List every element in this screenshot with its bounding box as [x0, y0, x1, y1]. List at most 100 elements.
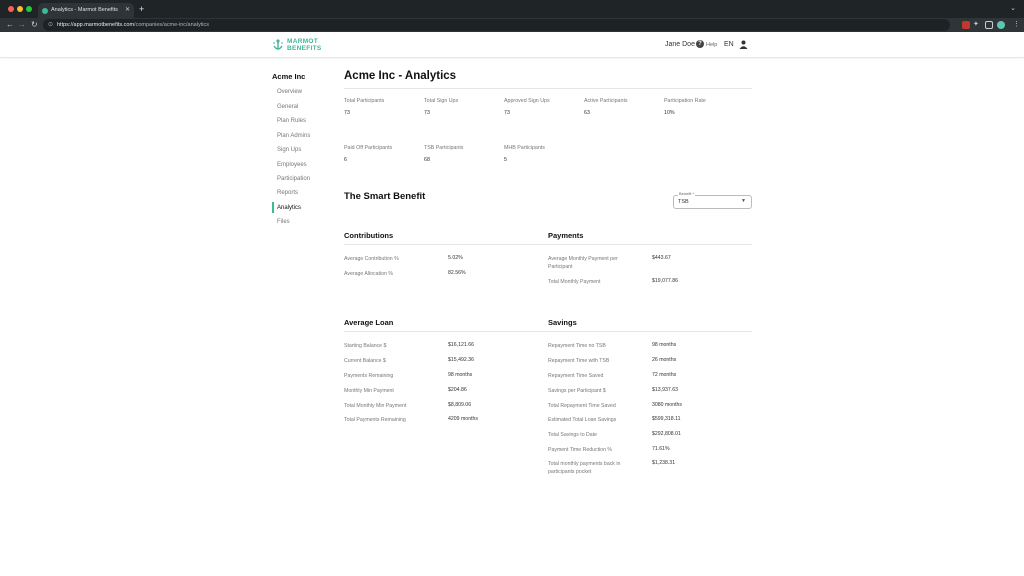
help-icon[interactable]: ? — [696, 40, 704, 48]
address-bar[interactable]: ⊙ https://app.marmotbenefits.com/compani… — [43, 19, 950, 31]
page-title: Acme Inc - Analytics — [344, 70, 457, 82]
savings-value: 98 months — [652, 342, 677, 348]
savings-key: Repayment Time with TSB — [548, 358, 610, 364]
savings-value: $599,318.11 — [652, 416, 681, 422]
average-loan-divider — [344, 331, 548, 332]
user-name[interactable]: Jane Doe — [665, 41, 695, 48]
average-loan-value: 4209 months — [448, 416, 478, 422]
forward-arrow-icon[interactable]: → — [18, 19, 26, 31]
tab-title: Analytics - Marmot Benefits — [51, 7, 118, 13]
stat-label: Participation Rate — [664, 98, 706, 104]
average-loan-key: Starting Balance $ — [344, 343, 387, 349]
profile-avatar-icon[interactable] — [997, 21, 1005, 29]
browser-tab[interactable]: Analytics - Marmot Benefits ✕ — [38, 3, 134, 18]
savings-key: Savings per Participant $ — [548, 388, 606, 394]
stat-value: 73 — [504, 110, 510, 116]
stat-label: TSB Participants — [424, 145, 464, 151]
window-maximize-button[interactable] — [26, 6, 32, 12]
payments-heading: Payments — [548, 231, 584, 240]
contributions-key: Average Allocation % — [344, 271, 393, 277]
payments-key: Total Monthly Payment — [548, 279, 601, 285]
sidebar-item-plan-admins[interactable]: Plan Admins — [277, 133, 310, 139]
tab-close-icon[interactable]: ✕ — [125, 3, 130, 18]
logo-wordmark: MARMOT BENEFITS — [287, 38, 322, 52]
chevron-down-icon: ▼ — [741, 198, 746, 204]
section-title: The Smart Benefit — [344, 191, 426, 202]
stat-label: Paid Off Participants — [344, 145, 393, 151]
savings-key: Total Repayment Time Saved — [548, 403, 616, 409]
savings-value: $13,937.63 — [652, 387, 678, 393]
savings-heading: Savings — [548, 318, 577, 327]
account-icon[interactable] — [739, 40, 748, 49]
payments-divider — [548, 244, 752, 245]
window-close-button[interactable] — [8, 6, 14, 12]
average-loan-value: $8,809.06 — [448, 402, 472, 408]
stat-value: 63 — [584, 110, 590, 116]
savings-value: 3080 months — [652, 402, 682, 408]
savings-value: 72 months — [652, 372, 677, 378]
browser-toolbar: ← → ↻ ⊙ https://app.marmotbenefits.com/c… — [0, 18, 1024, 32]
language-selector[interactable]: EN — [724, 41, 734, 48]
logo-line-2: BENEFITS — [287, 45, 322, 52]
average-loan-key: Monthly Min Payment — [344, 388, 394, 394]
benefit-select-value: TSB — [678, 199, 689, 205]
back-arrow-icon[interactable]: ← — [6, 19, 14, 31]
reload-icon[interactable]: ↻ — [31, 19, 38, 31]
contributions-divider — [344, 244, 548, 245]
help-link[interactable]: Help — [706, 42, 717, 48]
sidebar-item-reports[interactable]: Reports — [277, 190, 298, 196]
savings-key: Total Savings to Date — [548, 432, 598, 438]
sidebar-item-files[interactable]: Files — [277, 219, 290, 225]
browser-tab-bar: Analytics - Marmot Benefits ✕ + ⌄ — [0, 0, 1024, 18]
stat-label: Active Participants — [584, 98, 628, 104]
savings-key: Repayment Time Saved — [548, 373, 604, 379]
average-loan-key: Total Payments Remaining — [344, 417, 406, 423]
contributions-key: Average Contribution % — [344, 256, 399, 262]
stat-value: 5 — [504, 157, 507, 163]
marmot-logo[interactable]: MARMOT BENEFITS — [273, 38, 333, 52]
savings-value: 26 months — [652, 357, 677, 363]
logo-line-1: MARMOT — [287, 38, 319, 45]
url-path: /companies/acme-inc/analytics — [134, 22, 209, 28]
puzzle-icon[interactable]: ✦ — [973, 21, 981, 29]
window-minimize-button[interactable] — [17, 6, 23, 12]
stat-label: Total Sign Ups — [424, 98, 459, 104]
stat-value: 73 — [424, 110, 430, 116]
browser-menu-icon[interactable]: ⋮ — [1013, 19, 1020, 31]
title-divider — [344, 88, 752, 89]
tab-search-icon[interactable]: ⌄ — [1010, 4, 1016, 12]
active-nav-indicator — [272, 202, 274, 213]
benefit-select[interactable]: Benefit * TSB ▼ — [673, 191, 752, 209]
extension-icon[interactable] — [962, 21, 970, 29]
url-host: https://app.marmotbenefits.com — [57, 22, 135, 28]
savings-key: Total monthly payments back in participa… — [548, 461, 621, 475]
contributions-heading: Contributions — [344, 231, 394, 240]
stat-label: MHB Participants — [504, 145, 545, 151]
lock-icon: ⊙ — [48, 22, 54, 28]
stat-value: 10% — [664, 110, 675, 116]
average-loan-value: $16,121.66 — [448, 342, 474, 348]
sidebar-item-participation[interactable]: Participation — [277, 176, 310, 182]
stat-value: 6 — [344, 157, 347, 163]
marmot-favicon-icon — [42, 8, 48, 14]
stat-label: Total Participants — [344, 98, 385, 104]
sidebar-item-analytics[interactable]: Analytics — [277, 205, 301, 211]
sidebar-item-employees[interactable]: Employees — [277, 162, 307, 168]
sidebar-item-plan-rules[interactable]: Plan Rules — [277, 118, 306, 124]
savings-divider — [548, 331, 752, 332]
savings-key: Estimated Total Loan Savings — [548, 417, 617, 423]
sidebar-company-name: Acme Inc — [272, 72, 306, 81]
sidebar-item-general[interactable]: General — [277, 104, 298, 110]
sidepanel-icon[interactable] — [985, 21, 993, 29]
average-loan-key: Total Monthly Min Payment — [344, 403, 407, 409]
stat-label: Approved Sign Ups — [504, 98, 550, 104]
new-tab-button[interactable]: + — [139, 3, 144, 15]
savings-value: 71.61% — [652, 446, 670, 452]
average-loan-value: $204.86 — [448, 387, 467, 393]
payments-key: Average Monthly Payment per Participant — [548, 256, 618, 270]
average-loan-key: Payments Remaining — [344, 373, 394, 379]
sidebar-item-overview[interactable]: Overview — [277, 89, 302, 95]
sidebar-item-sign-ups[interactable]: Sign Ups — [277, 147, 301, 153]
savings-key: Repayment Time no TSB — [548, 343, 606, 349]
payments-value: $19,077.86 — [652, 278, 678, 284]
